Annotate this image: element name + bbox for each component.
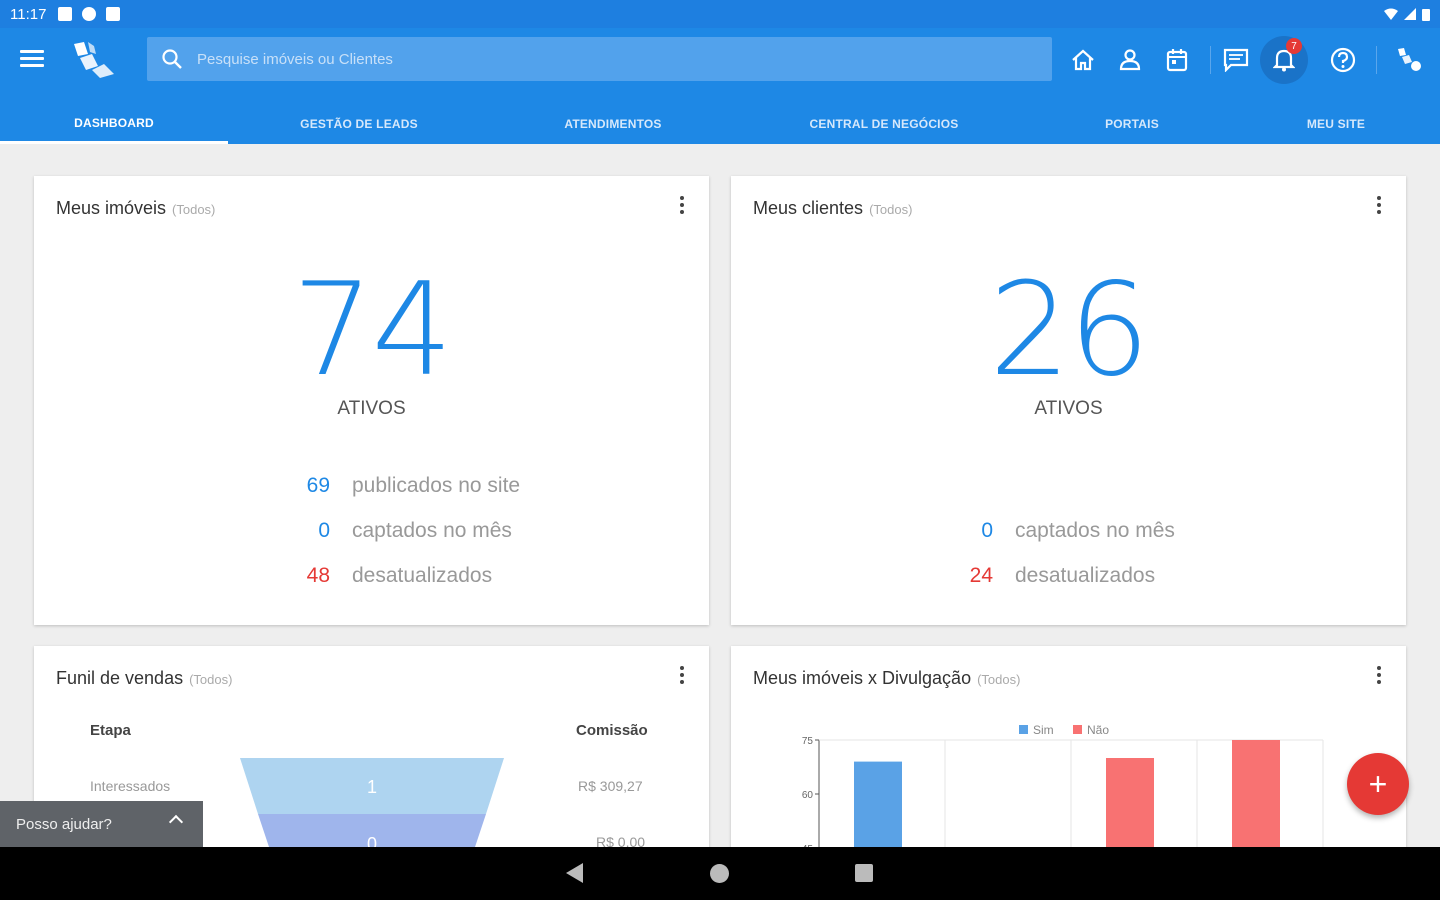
card-title: Meus clientes (Todos) <box>753 198 913 218</box>
stat-label: captados no mês <box>352 519 512 542</box>
active-count[interactable]: 26 <box>731 256 1406 405</box>
app-bar: 7 DASHBOARD GESTÃO DE LEADS ATENDIMENTOS… <box>0 28 1440 144</box>
stat-label: desatualizados <box>352 564 493 587</box>
back-icon[interactable] <box>566 863 583 883</box>
search-input[interactable] <box>197 50 897 68</box>
help-label: Posso ajudar? <box>16 815 112 833</box>
home-button[interactable] <box>1060 38 1106 82</box>
menu-icon[interactable] <box>20 50 44 68</box>
card-filter[interactable]: (Todos) <box>869 202 912 217</box>
notification-icon <box>58 7 73 21</box>
notification-badge: 7 <box>1286 38 1302 54</box>
calendar-button[interactable] <box>1154 38 1200 82</box>
y-tick-label: 75 <box>802 736 814 747</box>
card-meus-imoveis: Meus imóveis (Todos) 74 ATIVOS 69 publica… <box>34 176 709 625</box>
tab-meu-site[interactable]: MEU SITE <box>1232 104 1440 144</box>
profile-button[interactable] <box>1386 38 1432 82</box>
stat-row[interactable]: 48 desatualizados <box>270 564 492 588</box>
stat-value: 24 <box>969 564 993 587</box>
add-button[interactable]: + <box>1347 753 1409 815</box>
toolbar-divider <box>1376 46 1377 74</box>
status-bar: 11:17 <box>0 0 1440 28</box>
tab-portais[interactable]: PORTAIS <box>1032 104 1232 144</box>
stat-label: captados no mês <box>1015 519 1175 542</box>
wifi-icon <box>1384 8 1398 20</box>
toolbar-divider <box>1210 46 1211 74</box>
funnel-stage-label: Interessados <box>90 778 171 794</box>
card-title: Funil de vendas (Todos) <box>56 668 233 688</box>
funnel-count: 1 <box>367 777 377 797</box>
user-icon <box>1119 49 1141 71</box>
plus-icon: + <box>1368 765 1388 802</box>
recent-apps-icon[interactable] <box>855 864 873 882</box>
legend-label: Sim <box>1033 723 1054 737</box>
system-nav-bar <box>0 847 1440 900</box>
notifications-button[interactable]: 7 <box>1260 36 1308 84</box>
more-options-icon[interactable] <box>679 666 685 684</box>
home-nav-icon[interactable] <box>710 864 729 883</box>
stat-label: desatualizados <box>1015 564 1156 587</box>
stat-value: 0 <box>981 519 993 542</box>
help-chat-widget[interactable]: Posso ajudar? <box>0 801 203 847</box>
tab-gestao-leads[interactable]: GESTÃO DE LEADS <box>228 104 490 144</box>
help-icon <box>1330 47 1356 73</box>
column-header-commission: Comissão <box>576 722 648 739</box>
home-icon <box>1072 49 1094 71</box>
card-divulgacao: Meus imóveis x Divulgação (Todos) Sim Não 7… <box>731 646 1406 866</box>
card-title: Meus imóveis (Todos) <box>56 198 216 218</box>
tab-atendimentos[interactable]: ATENDIMENTOS <box>490 104 736 144</box>
search-icon <box>162 49 182 69</box>
stat-value: 0 <box>318 519 330 542</box>
legend-swatch <box>1019 725 1028 734</box>
help-button[interactable] <box>1320 38 1366 82</box>
status-time: 11:17 <box>10 5 47 23</box>
active-count[interactable]: 74 <box>34 256 709 405</box>
stat-row[interactable]: 0 captados no mês <box>933 519 1175 543</box>
calendar-icon <box>1166 49 1188 72</box>
stat-value: 69 <box>306 474 330 497</box>
profile-logo-icon <box>1398 48 1421 71</box>
column-header-stage: Etapa <box>90 722 131 739</box>
stat-label: publicados no site <box>352 474 521 497</box>
active-label: ATIVOS <box>337 398 406 419</box>
card-filter[interactable]: (Todos) <box>189 672 232 687</box>
user-button[interactable] <box>1107 38 1153 82</box>
battery-icon <box>1422 8 1430 21</box>
more-options-icon[interactable] <box>679 196 685 214</box>
legend-swatch <box>1073 725 1082 734</box>
tab-bar: DASHBOARD GESTÃO DE LEADS ATENDIMENTOS C… <box>0 104 1440 144</box>
app-status-icon <box>82 7 97 21</box>
chat-button[interactable] <box>1213 38 1259 82</box>
tab-central-negocios[interactable]: CENTRAL DE NEGÓCIOS <box>736 104 1032 144</box>
chat-icon <box>1223 48 1249 72</box>
more-options-icon[interactable] <box>1376 196 1382 214</box>
app-logo[interactable] <box>70 40 118 80</box>
stat-value: 48 <box>306 564 330 587</box>
legend-label: Não <box>1087 723 1109 737</box>
funnel-commission: R$ 309,27 <box>578 778 643 794</box>
sd-card-icon <box>106 7 121 21</box>
card-meus-clientes: Meus clientes (Todos) 26 ATIVOS 0 captado… <box>731 176 1406 625</box>
stat-row[interactable]: 24 desatualizados <box>933 564 1155 588</box>
signal-icon <box>1404 8 1416 20</box>
stat-row[interactable]: 0 captados no mês <box>270 519 512 543</box>
bar-chart: SimNão756045 <box>802 723 1324 866</box>
card-filter[interactable]: (Todos) <box>172 202 215 217</box>
stat-row[interactable]: 69 publicados no site <box>270 474 520 498</box>
y-tick-label: 60 <box>802 790 814 801</box>
chevron-up-icon[interactable] <box>168 814 184 830</box>
search-bar[interactable] <box>147 37 1052 81</box>
active-label: ATIVOS <box>1034 398 1103 419</box>
tab-dashboard[interactable]: DASHBOARD <box>0 104 228 144</box>
